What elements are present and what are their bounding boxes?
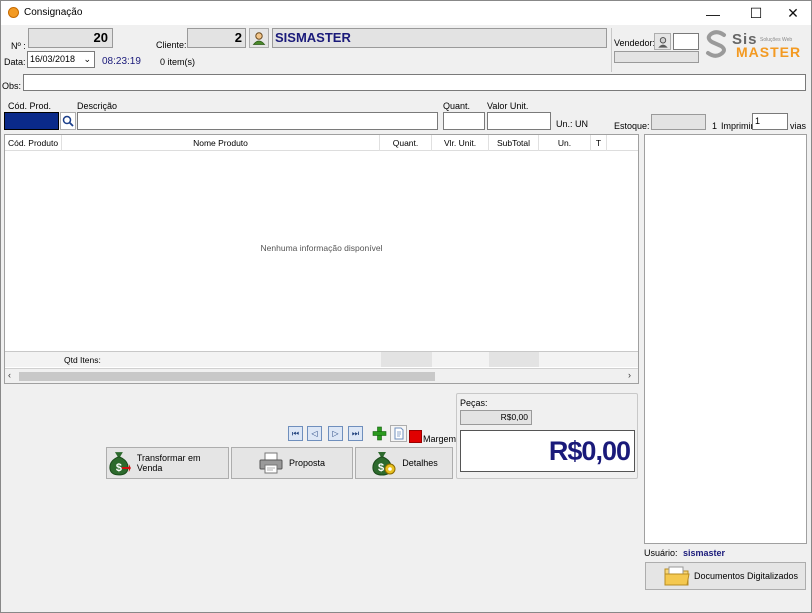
col-subtotal[interactable]: SubTotal <box>489 135 539 151</box>
chevron-down-icon[interactable]: ⌄ <box>83 52 91 67</box>
hora-value: 08:23:19 <box>102 56 141 67</box>
title-bar: Consignação — ☐ ✕ <box>0 0 812 25</box>
grid-header: Cód. Produto Nome Produto Quant. Vlr. Un… <box>5 135 638 151</box>
usuario-label: Usuário: <box>644 548 678 558</box>
obs-label: Obs: <box>2 81 22 91</box>
numero-label: Nº : <box>11 41 26 51</box>
quant-input[interactable] <box>443 112 485 130</box>
empty-message: Nenhuma informação disponível <box>260 243 383 253</box>
product-search-button[interactable] <box>60 112 76 130</box>
col-cod-produto[interactable]: Cód. Produto <box>5 135 62 151</box>
unidade-label: Un.: UN <box>556 119 589 129</box>
detalhes-button[interactable]: $ Detalhes <box>355 447 453 479</box>
money-bag-gear-icon: $ <box>372 452 396 476</box>
qtd-itens-label: Qtd Itens: <box>64 355 101 365</box>
proposta-button[interactable]: Proposta <box>231 447 353 479</box>
document-button[interactable] <box>390 425 407 442</box>
usuario-value: sismaster <box>683 548 726 558</box>
logo-s-icon <box>706 30 726 58</box>
vendedor-field[interactable] <box>673 33 699 50</box>
footer-quant-cell <box>381 352 432 367</box>
vendedor-label: Vendedor: <box>614 38 656 48</box>
logo-tagline: Soluções Web <box>760 37 793 43</box>
col-t[interactable]: T <box>591 135 607 151</box>
valor-unit-input[interactable] <box>487 112 551 130</box>
document-icon <box>394 427 403 440</box>
vias-label: vias <box>790 121 807 131</box>
app-icon <box>8 7 19 18</box>
estoque-label: Estoque: <box>614 121 650 131</box>
cliente-nome-field: SISMASTER <box>272 28 607 48</box>
scrollbar-thumb[interactable] <box>19 372 435 381</box>
minimize-button[interactable]: — <box>693 1 733 26</box>
footer-subtotal-cell <box>489 352 539 367</box>
pecas-value: R$0,00 <box>460 410 532 425</box>
valor-unit-label: Valor Unit. <box>487 101 529 111</box>
data-field[interactable]: 16/03/2018 ⌄ <box>27 51 95 68</box>
next-record-button[interactable]: ▷ <box>328 426 343 441</box>
imprimir-label: Imprimir <box>721 121 754 131</box>
documentos-label: Documentos Digitalizados <box>694 571 799 581</box>
items-grid[interactable]: Cód. Produto Nome Produto Quant. Vlr. Un… <box>4 134 639 384</box>
transformar-label: Transformar em Venda <box>136 453 201 473</box>
col-vlr-unit[interactable]: Vlr. Unit. <box>432 135 489 151</box>
plus-icon <box>372 426 387 441</box>
logo-text-bottom: MASTER <box>736 44 802 60</box>
cod-prod-input[interactable] <box>4 112 59 130</box>
documentos-digitalizados-button[interactable]: Documentos Digitalizados <box>645 562 806 590</box>
cod-prod-label: Cód. Prod. <box>8 101 52 111</box>
cliente-id-field[interactable]: 2 <box>187 28 246 48</box>
margem-label: Margem <box>423 434 457 444</box>
estoque-qty: 1 <box>712 121 718 131</box>
cliente-search-button[interactable] <box>249 28 269 48</box>
last-record-button[interactable]: ⏭ <box>348 426 363 441</box>
add-button[interactable] <box>371 425 388 442</box>
quant-label: Quant. <box>443 101 471 111</box>
sismaster-logo: Sis Soluções Web MASTER <box>700 26 810 70</box>
pecas-label: Peças: <box>460 398 488 408</box>
window-title: Consignação <box>24 7 83 18</box>
itens-count: 0 item(s) <box>160 57 196 67</box>
svg-text:$: $ <box>378 462 384 474</box>
side-panel <box>644 134 807 544</box>
cliente-label: Cliente: <box>156 40 187 50</box>
printer-icon <box>259 452 283 474</box>
data-label: Data: <box>4 57 26 67</box>
data-value: 16/03/2018 <box>30 54 76 64</box>
prev-record-button[interactable]: ◁ <box>307 426 322 441</box>
col-quant[interactable]: Quant. <box>380 135 432 151</box>
detalhes-label: Detalhes <box>402 458 438 468</box>
grid-footer: Qtd Itens: <box>5 351 638 367</box>
search-icon <box>62 115 74 127</box>
descricao-label: Descrição <box>77 101 118 111</box>
money-bag-icon: $ <box>109 452 131 476</box>
header-divider <box>611 28 612 72</box>
transformar-em-venda-button[interactable]: $ Transformar em Venda <box>106 447 229 479</box>
maximize-button[interactable]: ☐ <box>736 1 776 26</box>
descricao-input[interactable] <box>77 112 438 130</box>
scroll-left-icon[interactable]: ‹ <box>8 370 11 380</box>
numero-field: 20 <box>28 28 113 48</box>
first-record-button[interactable]: ⏮ <box>288 426 303 441</box>
vendedor-search-button[interactable] <box>654 33 671 50</box>
folder-icon <box>664 566 690 586</box>
obs-field[interactable] <box>23 74 806 91</box>
estoque-field <box>651 114 706 130</box>
proposta-label: Proposta <box>288 458 326 468</box>
person-icon <box>252 32 266 45</box>
margem-indicator[interactable] <box>409 430 422 443</box>
scroll-right-icon[interactable]: › <box>628 370 631 380</box>
person-icon <box>657 36 668 48</box>
vendedor-nome-field <box>614 51 699 63</box>
close-button[interactable]: ✕ <box>773 1 812 26</box>
horizontal-scrollbar[interactable]: ‹ › <box>5 368 638 383</box>
total-value: R$0,00 <box>460 430 635 472</box>
col-nome-produto[interactable]: Nome Produto <box>62 135 380 151</box>
imprimir-vias-input[interactable]: 1 <box>752 113 788 130</box>
svg-text:$: $ <box>116 462 122 474</box>
col-un[interactable]: Un. <box>539 135 591 151</box>
